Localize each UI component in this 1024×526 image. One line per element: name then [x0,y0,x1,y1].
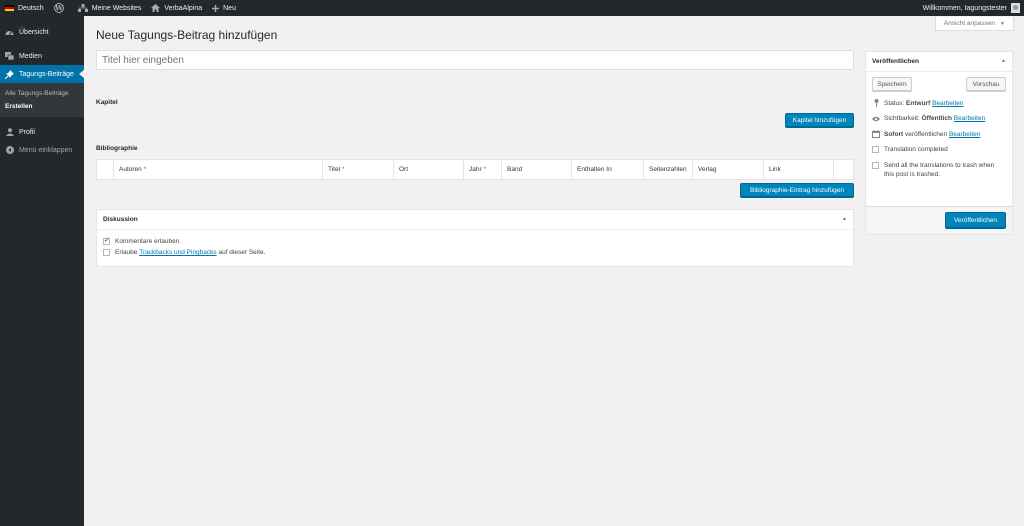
greeting-label: Willkommen, tagungstester [922,4,1007,12]
language-switcher[interactable]: Deutsch [0,0,49,16]
translation-completed-checkbox[interactable] [872,146,879,153]
sidebar-item-label: Tagungs-Beiträge [19,70,74,78]
preview-button[interactable]: Vorschau [966,77,1006,91]
column-volume: Band [502,160,572,179]
column-authors: Autoren * [114,160,323,179]
avatar [1011,3,1020,13]
visibility-value: Öffentlich [921,115,952,122]
trackbacks-suffix: auf dieser Seite. [218,249,266,256]
column-place: Ort [394,160,464,179]
sidebar-item-label: Profil [19,128,35,136]
visibility-row: Sichtbarkeit: Öffentlich Bearbeiten [872,115,1006,122]
eye-icon [872,116,880,122]
column-link: Link [764,160,834,179]
my-sites-icon [77,4,88,12]
language-label: Deutsch [18,4,44,12]
calendar-icon [872,130,880,138]
trackbacks-link[interactable]: Trackbacks und Pingbacks [139,249,216,256]
svg-text:W: W [54,4,63,13]
bibliography-table-header: Autoren * Titel * Ort Jahr * Band Enthalten… [96,159,854,180]
wordpress-logo[interactable]: W [49,0,73,16]
edit-status-link[interactable]: Bearbeiten [932,100,963,107]
sidebar-item-profile[interactable]: Profil [0,123,84,141]
schedule-value: Sofort [884,130,904,138]
sidebar-submenu: Alle Tagungs-Beiträge Erstellen [0,83,84,117]
collapse-arrow-icon[interactable]: ▲ [1001,58,1006,64]
allow-comments-checkbox[interactable] [103,236,110,245]
publish-button[interactable]: Veröffentlichen [945,212,1006,228]
plus-icon [212,4,220,12]
sidebar-item-label: Menü einklappen [19,146,73,154]
dashboard-icon [5,28,14,37]
column-publisher: Verlag [693,160,764,179]
screen-options-button[interactable]: Ansicht anpassen ▼ [934,17,1014,31]
translation-completed-row: Translation completed [872,146,1006,153]
trackbacks-checkbox[interactable] [103,249,110,256]
admin-sidebar: Übersicht Medien Tagungs-Beiträge Alle T… [0,16,84,526]
pin-status-icon [872,99,880,107]
my-sites-label: Meine Websites [91,4,142,12]
sidebar-item-label: Medien [19,52,42,60]
caret-down-icon: ▼ [1000,20,1005,27]
edit-visibility-link[interactable]: Bearbeiten [954,115,985,122]
my-account[interactable]: Willkommen, tagungstester [923,3,1024,13]
trackbacks-row: Erlaube Trackbacks und Pingbacks auf die… [103,249,847,256]
collapse-arrow-icon[interactable]: ▲ [842,216,847,222]
my-sites-menu[interactable]: Meine Websites [73,0,147,16]
trackbacks-prefix: Erlaube [115,249,138,256]
schedule-row: Sofort veröffentlichen Bearbeiten [872,130,1006,138]
collapse-icon [5,146,14,155]
column-pages: Seitenzahlen [644,160,693,179]
admin-bar: Deutsch W Meine Websites VerbaAlpina Neu… [0,0,1024,16]
add-bibliography-entry-button[interactable]: Bibliographie-Eintrag hinzufügen [740,183,854,197]
discussion-box: Diskussion ▲ Kommentare erlauben. Erlaub… [96,209,854,267]
user-icon [5,128,14,137]
publish-footer: Veröffentlichen [866,206,1012,234]
add-chapter-button[interactable]: Kapitel hinzufügen [785,113,854,127]
site-name-menu[interactable]: VerbaAlpina [146,0,207,16]
drag-column [97,160,114,179]
sidebar-item-tagungs-beitraege[interactable]: Tagungs-Beiträge [0,65,84,83]
screen-options-label: Ansicht anpassen [943,20,996,27]
publish-box: Veröffentlichen ▲ Speichern Vorschau Sta… [865,51,1013,235]
collapse-menu-button[interactable]: Menü einklappen [0,141,84,159]
site-name-label: VerbaAlpina [164,4,203,12]
trash-translations-checkbox[interactable] [872,162,879,169]
new-content-menu[interactable]: Neu [207,0,241,16]
media-icon [5,52,14,61]
pin-icon [5,69,14,79]
kapitel-label: Kapitel [96,99,118,106]
title-input[interactable] [96,50,854,70]
sidebar-item-label: Übersicht [19,28,49,36]
actions-column [834,160,853,179]
publish-title: Veröffentlichen [872,58,919,65]
new-label: Neu [223,4,236,12]
status-row: Status: Entwurf Bearbeiten [872,99,1006,107]
edit-schedule-link[interactable]: Bearbeiten [949,131,980,138]
allow-comments-row: Kommentare erlauben. [103,236,847,245]
allow-comments-label: Kommentare erlauben. [115,238,182,245]
german-flag-icon [5,5,14,11]
submenu-all-posts[interactable]: Alle Tagungs-Beiträge [0,87,84,100]
bibliography-label: Bibliographie [96,145,138,152]
submenu-create[interactable]: Erstellen [0,100,84,113]
save-draft-button[interactable]: Speichern [872,77,912,91]
discussion-header[interactable]: Diskussion ▲ [97,210,853,230]
sidebar-item-dashboard[interactable]: Übersicht [0,23,84,41]
page-title: Neue Tagungs-Beitrag hinzufügen [96,28,278,42]
discussion-title: Diskussion [103,216,138,223]
publish-header[interactable]: Veröffentlichen ▲ [866,52,1012,72]
wordpress-icon: W [53,3,64,13]
publish-misc-actions: Status: Entwurf Bearbeiten Sichtbarkeit:… [866,99,1012,179]
home-icon [151,4,161,12]
column-contained-in: Enthalten In [572,160,644,179]
sidebar-item-media[interactable]: Medien [0,47,84,65]
trash-translations-row: Send all the translations to trash when … [872,161,1006,179]
column-title: Titel * [323,160,394,179]
main-content: Ansicht anpassen ▼ Neue Tagungs-Beitrag … [84,16,1024,526]
column-year: Jahr * [464,160,502,179]
status-value: Entwurf [906,99,931,107]
